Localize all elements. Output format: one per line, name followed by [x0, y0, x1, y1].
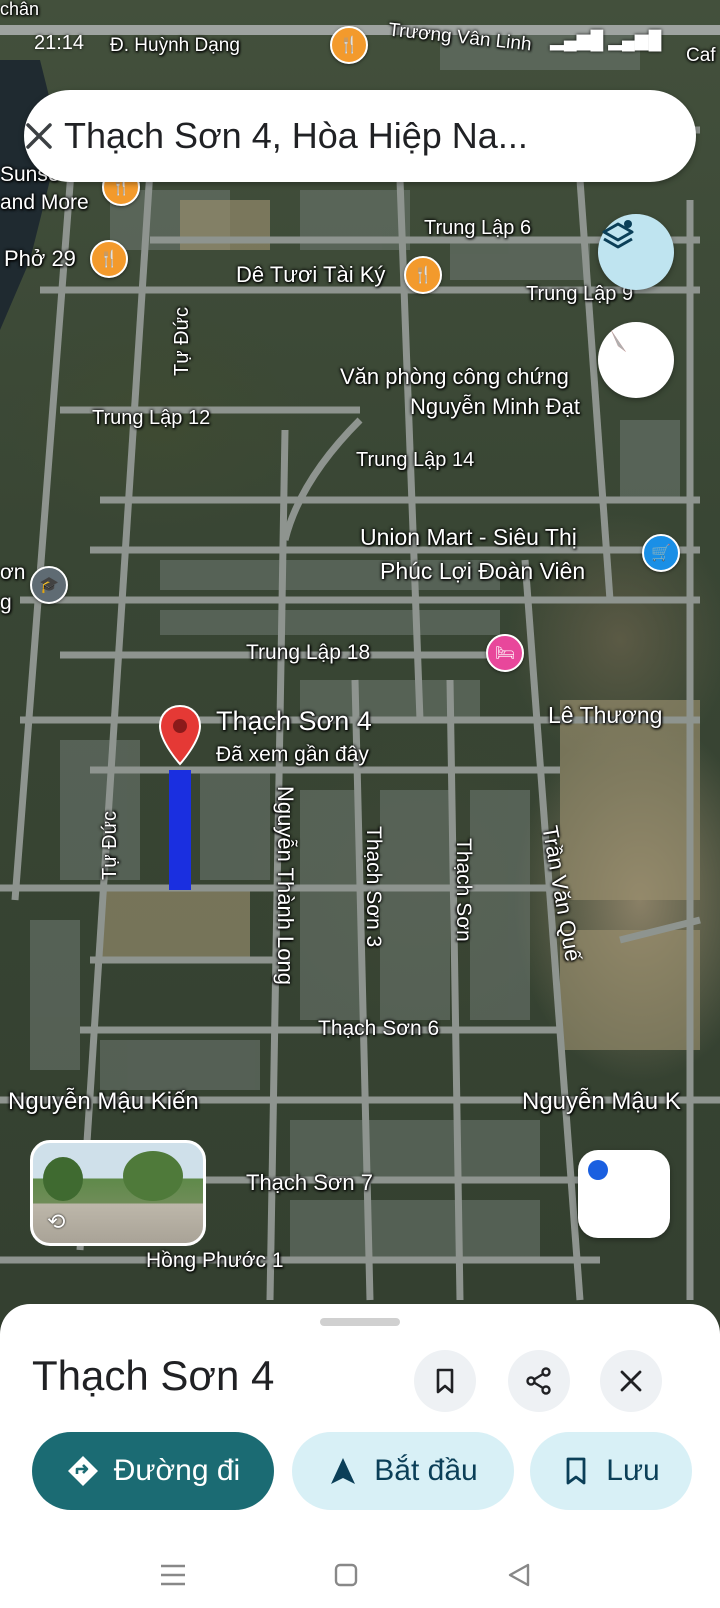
shopping-cart-icon[interactable]: 🛒: [642, 534, 680, 572]
save-label: Lưu: [606, 1454, 660, 1487]
my-location-icon: [588, 1160, 608, 1180]
map-label-road: Thạch Sơn 7: [246, 1170, 373, 1195]
map-label-road: Thạch Sơn 3: [362, 826, 385, 948]
map-label-poi[interactable]: g: [0, 592, 12, 613]
layers-icon: [602, 220, 634, 249]
close-button[interactable]: [600, 1350, 662, 1412]
map-label-poi[interactable]: Phúc Lợi Đoàn Viên: [380, 560, 585, 583]
navigation-arrow-icon: [331, 1458, 356, 1484]
school-icon[interactable]: 🎓: [30, 566, 68, 604]
bookmark-icon: [436, 1368, 454, 1394]
map-label-road: Tự Đức: [171, 307, 193, 376]
back-icon[interactable]: [506, 1562, 532, 1588]
map-label: Caf: [686, 45, 716, 66]
map-label-road: Thạch Sơn: [452, 838, 475, 942]
map-label-poi[interactable]: Dê Tươi Tài Ký: [236, 264, 385, 286]
map-label-road: Tự Đức: [99, 811, 121, 880]
restaurant-icon[interactable]: 🍴: [330, 26, 368, 64]
place-title: Thạch Sơn 4: [32, 1352, 275, 1399]
drag-handle[interactable]: [320, 1318, 400, 1326]
map-label-road: Trung Lập 9: [526, 283, 634, 305]
directions-button[interactable]: Đường đi: [32, 1432, 274, 1510]
bookmark-icon: [566, 1457, 586, 1485]
map-label: chân: [0, 0, 40, 19]
map-label-poi[interactable]: Phở 29: [4, 248, 76, 270]
map-label-road: Hồng Phước 1: [146, 1249, 284, 1272]
map-label-poi[interactable]: Union Mart - Siêu Thị: [360, 526, 577, 549]
restaurant-icon[interactable]: 🍴: [90, 240, 128, 278]
recent-apps-icon[interactable]: [158, 1562, 188, 1588]
start-label: Bắt đầu: [374, 1454, 478, 1487]
place-bottom-sheet[interactable]: Thạch Sơn 4 Đường đi Bắt đầu Lưu: [0, 1304, 720, 1608]
map-label-road: Trung Lập 14: [356, 449, 475, 471]
street-view-thumbnail[interactable]: ⟲: [30, 1140, 206, 1246]
signal-icon: ▂▄▆█ ▂▄▆█: [550, 30, 662, 50]
map-label-poi[interactable]: and More: [0, 192, 89, 213]
hotel-icon[interactable]: 🛏: [486, 634, 524, 672]
map-label-poi[interactable]: ơn: [0, 562, 25, 583]
my-location-button[interactable]: [578, 1150, 670, 1238]
map-label-poi[interactable]: Nguyễn Minh Đạt: [410, 396, 580, 418]
home-icon[interactable]: [333, 1562, 359, 1588]
close-icon[interactable]: [24, 121, 54, 151]
search-query[interactable]: Thạch Sơn 4, Hòa Hiệp Na...: [64, 115, 604, 157]
compass-button[interactable]: [598, 322, 674, 398]
pin-label[interactable]: Thạch Sơn 4: [216, 708, 372, 735]
restaurant-icon[interactable]: 🍴: [404, 256, 442, 294]
directions-icon: [67, 1456, 98, 1486]
save-button[interactable]: Lưu: [530, 1432, 692, 1510]
start-button[interactable]: Bắt đầu: [292, 1432, 514, 1510]
map-label-road: Trung Lập 18: [246, 641, 371, 664]
close-icon: [620, 1370, 642, 1392]
status-time: 21:14: [34, 32, 85, 54]
map-label-road: Lê Thương: [548, 702, 663, 728]
pin-sublabel: Đã xem gần đây: [216, 743, 369, 766]
map-label-road: Nguyễn Mậu K: [522, 1088, 681, 1115]
map-label-road: Nguyễn Thành Long: [273, 786, 298, 985]
map-label-road: Đ. Huỳnh Dạng: [110, 35, 240, 56]
map-label-road: Nguyễn Mậu Kiến: [8, 1088, 199, 1115]
rotate-360-icon: ⟲: [47, 1209, 66, 1234]
system-navigation-bar: [0, 1546, 720, 1606]
share-icon: [526, 1367, 551, 1395]
share-button[interactable]: [508, 1350, 570, 1412]
satellite-map[interactable]: 21:14 ▂▄▆█ ▂▄▆█ chân Đ. Huỳnh Dạng Trươn…: [0, 0, 720, 1320]
directions-label: Đường đi: [113, 1454, 241, 1487]
map-label-road: Thạch Sơn 6: [318, 1017, 440, 1040]
map-label-road: Trung Lập 6: [424, 217, 532, 239]
search-bar[interactable]: Thạch Sơn 4, Hòa Hiệp Na...: [24, 90, 696, 182]
bookmark-button[interactable]: [414, 1350, 476, 1412]
layers-button[interactable]: [598, 214, 674, 290]
map-label-road: Trung Lập 12: [92, 407, 211, 429]
location-pin-icon[interactable]: [158, 704, 202, 766]
route-highlight: [169, 770, 191, 890]
compass-icon: [611, 330, 626, 352]
map-label-poi[interactable]: Văn phòng công chứng: [340, 366, 569, 388]
